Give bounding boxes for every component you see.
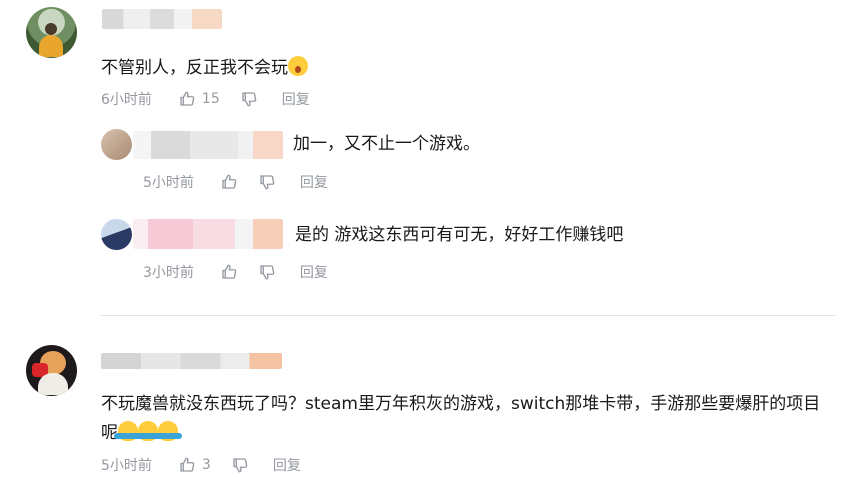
dislike-button[interactable]: [258, 173, 276, 191]
avatar-head: [45, 23, 57, 35]
comment-meta: 6小时前 15 回复: [101, 89, 310, 109]
username-blurred[interactable]: [101, 353, 282, 369]
reply-button[interactable]: 回复: [273, 455, 301, 475]
timestamp: 3小时前: [143, 265, 194, 281]
reply-button[interactable]: 回复: [300, 262, 328, 282]
like-button[interactable]: [220, 263, 238, 281]
thumbs-up-icon: [222, 264, 237, 279]
thumbs-up-icon: [180, 91, 195, 106]
comment-meta: 5小时前 3 回复: [101, 455, 301, 475]
reply-meta: 3小时前 回复: [143, 262, 328, 282]
reply-username-blurred[interactable]: [133, 131, 283, 159]
reply-button[interactable]: 回复: [300, 172, 328, 192]
thumbs-up-icon: [222, 174, 237, 189]
shocked-face-icon: [288, 56, 308, 76]
like-button[interactable]: 15: [178, 90, 220, 108]
thumbs-down-icon: [233, 458, 248, 473]
avatar-body: [38, 373, 68, 395]
username-blurred[interactable]: [102, 9, 222, 29]
avatar-body: [39, 35, 63, 57]
reply-text: 加一，又不止一个游戏。: [293, 134, 480, 154]
comment-text-content: 不玩魔兽就没东西玩了吗？steam里万年积灰的游戏，switch那堆卡带，手游那…: [101, 394, 821, 443]
thumbs-down-icon: [260, 265, 275, 280]
divider: [101, 315, 835, 316]
dislike-button[interactable]: [231, 456, 249, 474]
reply-meta: 5小时前 回复: [143, 172, 328, 192]
thumbs-up-icon: [180, 457, 195, 472]
reply-username-blurred[interactable]: [133, 219, 283, 249]
thumbs-down-icon: [260, 175, 275, 190]
avatar[interactable]: [26, 345, 77, 396]
timestamp: 5小时前: [101, 458, 152, 474]
comment-text-content: 不管别人，反正我不会玩: [101, 58, 288, 78]
dislike-button[interactable]: [258, 263, 276, 281]
reply-avatar[interactable]: [101, 129, 132, 160]
shrug-icon: [154, 421, 182, 441]
timestamp: 6小时前: [101, 92, 152, 108]
reply-avatar[interactable]: [101, 219, 132, 250]
dislike-button[interactable]: [240, 90, 258, 108]
reply-button[interactable]: 回复: [282, 89, 310, 109]
thumbs-down-icon: [242, 92, 257, 107]
like-button[interactable]: 3: [178, 456, 211, 474]
like-count: 15: [201, 91, 220, 107]
like-button[interactable]: [220, 173, 238, 191]
comment-text: 不玩魔兽就没东西玩了吗？steam里万年积灰的游戏，switch那堆卡带，手游那…: [101, 390, 831, 448]
like-count: 3: [201, 457, 211, 473]
reply-text: 是的 游戏这东西可有可无，好好工作赚钱吧: [295, 225, 624, 245]
timestamp: 5小时前: [143, 175, 194, 191]
avatar[interactable]: [26, 7, 77, 58]
comment-text: 不管别人，反正我不会玩: [101, 54, 308, 82]
